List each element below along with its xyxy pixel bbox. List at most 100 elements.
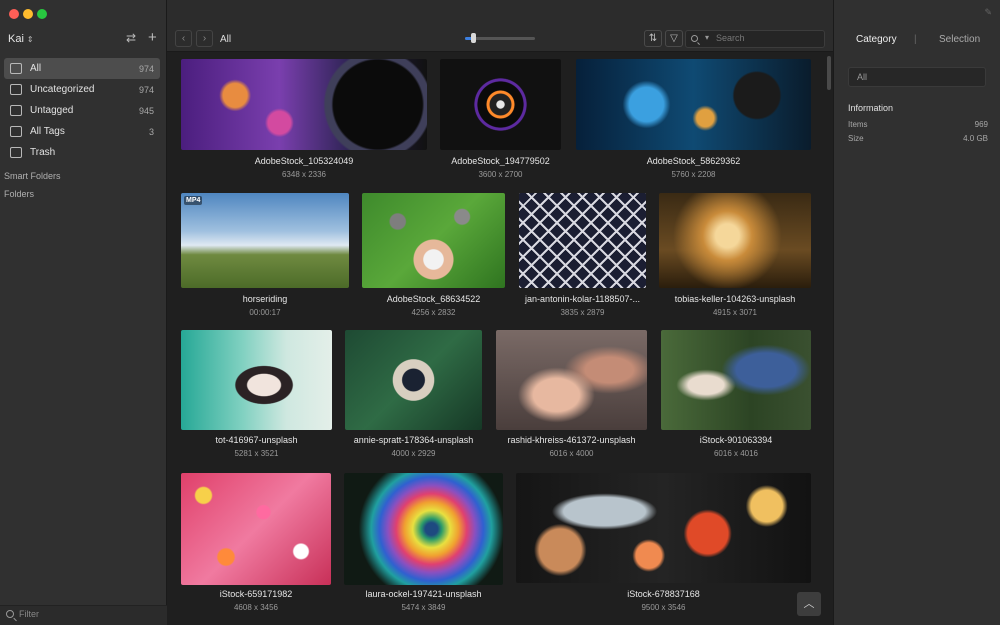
item-name: tot-416967-unsplash — [215, 435, 298, 445]
section-smart-folders[interactable]: Smart Folders — [4, 171, 61, 181]
sidebar-item-trash[interactable]: Trash — [4, 142, 160, 163]
sort-button[interactable]: ⇅ — [644, 30, 662, 47]
item-name: horseriding — [242, 294, 288, 304]
item-dimensions: 3600 x 2700 — [478, 170, 523, 179]
inspector-panel: ✎ Category | Selection All Information I… — [833, 0, 1000, 625]
sidebar-item-untagged[interactable]: Untagged 945 — [4, 100, 160, 121]
item-dimensions: 4608 x 3456 — [233, 603, 279, 612]
thumbnail — [516, 473, 811, 583]
untagged-icon — [10, 105, 22, 116]
info-title: Information — [848, 103, 894, 113]
swap-arrows-icon[interactable]: ⇄ — [126, 31, 136, 45]
sidebar: Kai ⇕ ⇄ + All 974 Uncategorized 974 Unta… — [0, 0, 167, 625]
sidebar-item-count: 974 — [138, 63, 154, 74]
item-name: AdobeStock_194779502 — [451, 156, 550, 166]
thumbnail — [181, 330, 332, 430]
category-field[interactable]: All — [848, 67, 986, 87]
library-name: Kai — [8, 33, 24, 45]
window-close-button[interactable] — [9, 9, 19, 19]
window-zoom-button[interactable] — [37, 9, 47, 19]
back-button[interactable]: ‹ — [175, 30, 192, 47]
scroll-to-top-button[interactable]: ︿ — [797, 592, 821, 616]
item-name: jan-antonin-kolar-1188507-... — [525, 294, 640, 304]
thumbnail — [344, 473, 503, 585]
sidebar-item-label: All Tags — [30, 126, 65, 137]
item-name: tobias-keller-104263-unsplash — [674, 294, 796, 304]
item-name: AdobeStock_68634522 — [386, 294, 481, 304]
window-minimize-button[interactable] — [23, 9, 33, 19]
library-switcher[interactable]: Kai ⇕ — [8, 33, 34, 45]
zoom-slider[interactable] — [465, 33, 535, 43]
thumbnail — [496, 330, 647, 430]
thumbnail — [519, 193, 646, 288]
thumbnail — [181, 473, 331, 585]
item-dimensions: 5474 x 3849 — [401, 603, 446, 612]
pin-icon[interactable]: ✎ — [984, 7, 992, 18]
image-grid: AdobeStock_105324049 6348 x 2336 AdobeSt… — [167, 52, 833, 625]
thumbnail — [659, 193, 811, 288]
sidebar-item-label: All — [30, 63, 42, 74]
breadcrumb: All — [220, 34, 232, 45]
item-name: AdobeStock_58629362 — [646, 156, 741, 166]
info-value: 969 — [974, 120, 988, 129]
thumbnail — [362, 193, 505, 288]
thumbnail — [576, 59, 811, 150]
toolbar: ‹ › All ⇅ ▽ ▾ — [167, 0, 833, 52]
item-dimensions: 4256 x 2832 — [411, 308, 456, 317]
sidebar-item-label: Untagged — [30, 105, 74, 116]
tab-selection[interactable]: Selection — [939, 34, 980, 45]
item-dimensions: 6016 x 4000 — [549, 449, 594, 458]
video-format-badge: MP4 — [184, 196, 203, 205]
item-name: rashid-khreiss-461372-unsplash — [507, 435, 636, 445]
item-name: iStock-659171982 — [219, 589, 293, 599]
plus-icon[interactable]: + — [148, 29, 157, 46]
search-icon — [691, 35, 698, 42]
section-folders[interactable]: Folders — [4, 189, 34, 199]
thumbnail — [181, 59, 427, 150]
item-name: iStock-901063394 — [699, 435, 773, 445]
thumbnail — [661, 330, 811, 430]
sidebar-item-uncategorized[interactable]: Uncategorized 974 — [4, 79, 160, 100]
thumbnail — [440, 59, 561, 150]
filter-icon: ▽ — [670, 33, 678, 44]
info-value: 4.0 GB — [963, 134, 988, 143]
item-dimensions: 4000 x 2929 — [391, 449, 436, 458]
tab-separator: | — [914, 34, 917, 45]
zoom-slider-handle[interactable] — [471, 33, 477, 43]
sidebar-item-label: Trash — [30, 147, 56, 158]
info-label: Size — [848, 134, 864, 143]
item-dimensions: 5281 x 3521 — [234, 449, 279, 458]
forward-button[interactable]: › — [196, 30, 213, 47]
info-label: Items — [848, 120, 868, 129]
item-name: laura-ockel-197421-unsplash — [365, 589, 482, 599]
sidebar-item-all[interactable]: All 974 — [4, 58, 160, 79]
item-dimensions: 3835 x 2879 — [560, 308, 605, 317]
chevron-up-icon: ︿ — [803, 598, 815, 610]
all-items-icon — [10, 63, 22, 74]
tab-category[interactable]: Category — [856, 34, 897, 45]
grid-scrollbar[interactable] — [827, 56, 831, 90]
filter-button[interactable]: ▽ — [665, 30, 683, 47]
info-row-size: Size 4.0 GB — [848, 134, 988, 143]
chevron-updown-icon: ⇕ — [26, 34, 34, 44]
thumbnail — [345, 330, 482, 430]
item-name: AdobeStock_105324049 — [254, 156, 354, 166]
item-dimensions: 4915 x 3071 — [712, 308, 758, 317]
tag-icon — [10, 126, 22, 137]
filter-bar — [0, 605, 167, 625]
item-name: iStock-678837168 — [627, 589, 700, 599]
chevron-down-icon[interactable]: ▾ — [705, 33, 709, 42]
search-box[interactable]: ▾ — [685, 30, 825, 48]
item-dimensions: 6016 x 4016 — [713, 449, 759, 458]
sidebar-item-count: 945 — [138, 105, 154, 116]
item-dimensions: 9500 x 3546 — [641, 603, 686, 612]
sidebar-item-label: Uncategorized — [30, 84, 95, 95]
filter-input[interactable] — [19, 609, 149, 619]
thumbnail: MP4 — [181, 193, 349, 288]
item-dimensions: 6348 x 2336 — [281, 170, 327, 179]
search-icon — [6, 610, 14, 618]
search-input[interactable] — [716, 33, 816, 43]
sidebar-item-all-tags[interactable]: All Tags 3 — [4, 121, 160, 142]
sidebar-item-count: 3 — [148, 126, 154, 137]
uncategorized-icon — [10, 84, 22, 95]
